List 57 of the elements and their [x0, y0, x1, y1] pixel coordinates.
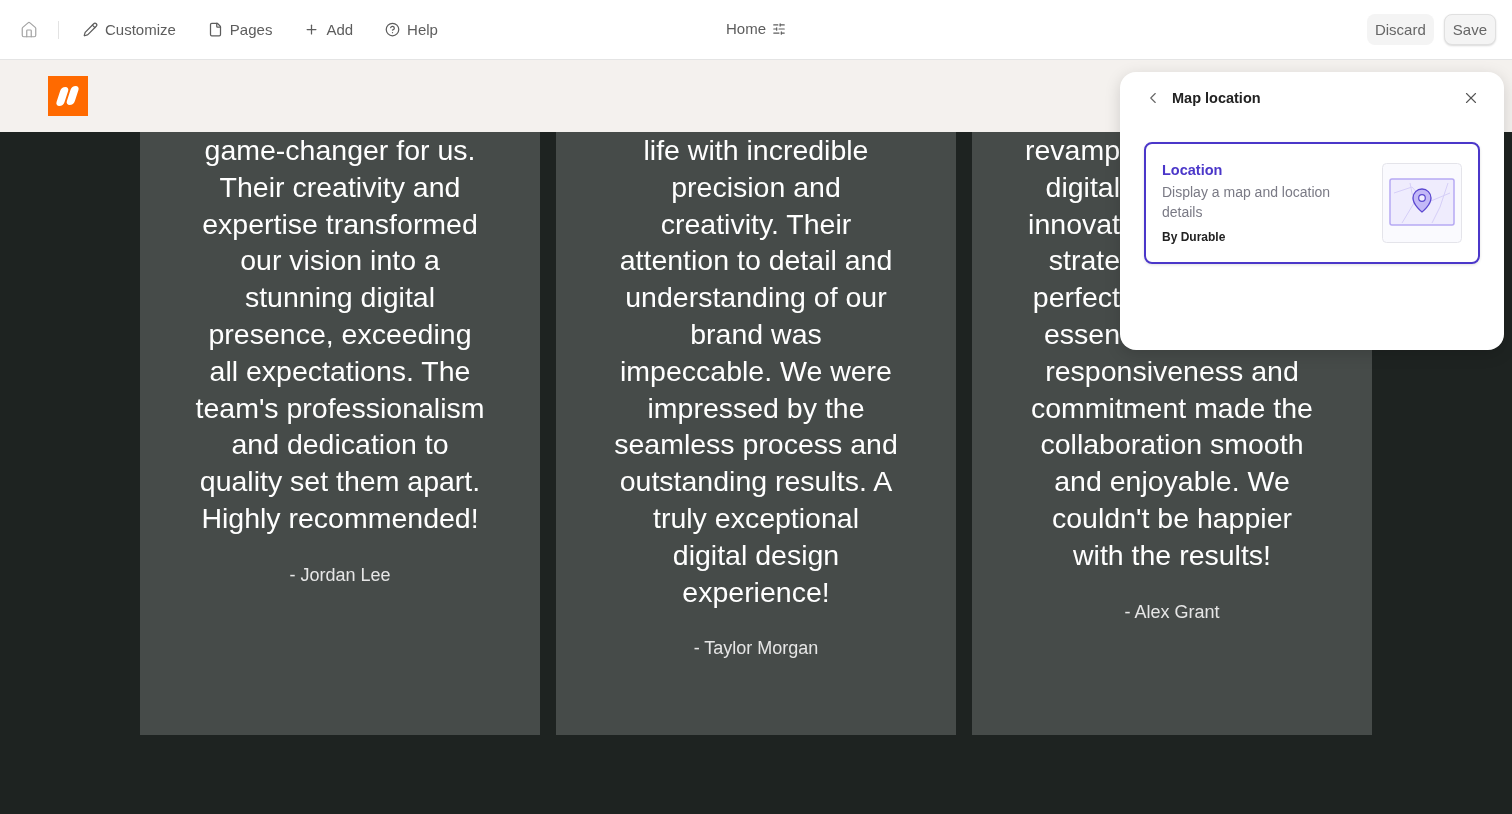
widget-author: By Durable	[1162, 230, 1227, 244]
quote-line: creativity. Their	[660, 206, 852, 242]
quote-line: presence, exceeding	[208, 317, 472, 352]
quote-line: experience!	[682, 574, 830, 610]
toolbar-item[interactable]: Help	[385, 21, 438, 38]
widget-description: Display a map and location details	[1162, 183, 1332, 222]
quote-line: expertise transformed	[202, 206, 478, 242]
quote-line: impressed by the	[647, 390, 865, 426]
quote-line: quality set them apart.	[199, 464, 481, 500]
quote-line: all expectations. The	[209, 353, 471, 389]
save-button[interactable]: Save	[1443, 14, 1496, 45]
widget-title: Location	[1162, 162, 1224, 178]
quote-line: and dedication to	[231, 427, 449, 463]
author-name: - Taylor Morgan	[693, 638, 819, 660]
author-name: - Alex Grant	[1124, 601, 1220, 623]
quote-line: digital	[1045, 169, 1120, 205]
quote-line: understanding of our	[625, 280, 887, 316]
quote-line: truly exceptional	[653, 500, 859, 536]
author-name: - Jordan Lee	[289, 564, 391, 586]
quote-line: with the results!	[1073, 537, 1271, 573]
quote-line: commitment made the	[1031, 390, 1313, 426]
quote-line: digital design	[672, 537, 840, 573]
quote-line: Their creativity and	[219, 169, 461, 205]
discard-button[interactable]: Discard	[1366, 14, 1434, 45]
logo-icon	[48, 76, 88, 116]
toolbar-item[interactable]: Pages	[207, 21, 273, 38]
quote-line: essen	[1043, 317, 1120, 352]
widget-card[interactable]: Location Display a map and location details By Durable	[1144, 142, 1480, 264]
quote-line: game-changer for us.	[204, 133, 476, 168]
page-selector[interactable]: Home	[726, 20, 786, 37]
panel-title: Map location	[1172, 90, 1262, 106]
quote-line: couldn't be happier	[1052, 500, 1292, 536]
toolbar-item[interactable]: Customize	[83, 21, 176, 38]
quote-line: collaboration smooth	[1040, 427, 1304, 463]
quote-line: strate	[1048, 243, 1120, 279]
quote-line: stunning digital	[244, 280, 436, 316]
quote-line: precision and	[671, 169, 841, 205]
quote-line: Highly recommended!	[201, 500, 479, 536]
file-icon	[207, 22, 223, 37]
quote-line: and enjoyable. We	[1054, 464, 1290, 500]
plus-icon	[304, 22, 320, 37]
pencil-icon	[83, 22, 98, 37]
quote-line: seamless process and	[614, 427, 898, 463]
quote-line: perfect	[1032, 280, 1120, 316]
quote-line: brand was	[690, 317, 822, 352]
quote-line: our vision into a	[240, 243, 440, 279]
quote-line: attention to detail and	[619, 243, 893, 279]
quote-line: impeccable. We were	[620, 353, 892, 389]
quote-line: outstanding results. A	[619, 464, 893, 500]
sliders-icon	[772, 21, 786, 36]
quote-line: revamp	[1024, 133, 1120, 168]
quote-line: team's professionalism	[195, 390, 485, 426]
question-icon	[385, 22, 401, 37]
quote-line: innovat	[1028, 206, 1120, 242]
toolbar-item[interactable]: Add	[304, 21, 354, 38]
quote-line: responsiveness and	[1045, 353, 1299, 389]
quote-line: life with incredible	[643, 133, 869, 168]
